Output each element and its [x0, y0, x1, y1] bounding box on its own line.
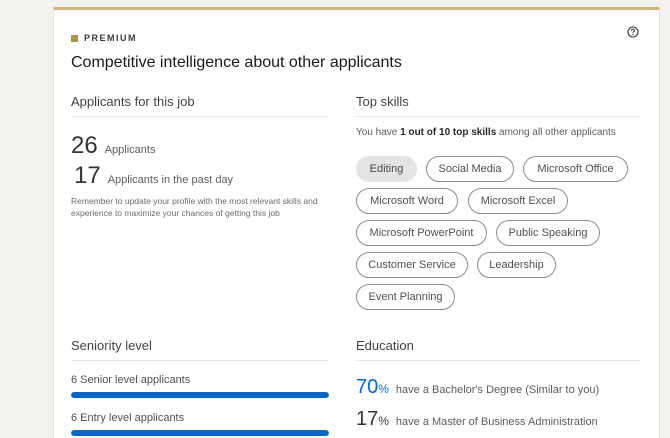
- senior-level-bar: [71, 392, 329, 398]
- applicants-divider: [71, 116, 329, 117]
- seniority-divider: [71, 360, 329, 361]
- premium-badge: PREMIUM: [71, 33, 137, 43]
- card-title: Competitive intelligence about other app…: [71, 54, 402, 71]
- skill-pill-public-speaking[interactable]: Public Speaking: [496, 220, 600, 246]
- education-row-mba: 17 % have a Master of Business Administr…: [356, 408, 598, 431]
- bachelors-text: have a Bachelor's Degree (Similar to you…: [395, 384, 600, 396]
- bachelors-percent-sign: %: [378, 382, 389, 396]
- skill-pill-customer-service[interactable]: Customer Service: [356, 252, 468, 278]
- skill-pill-leadership[interactable]: Leadership: [477, 252, 556, 278]
- skill-pill-social-media[interactable]: Social Media: [426, 156, 514, 182]
- applicant-insights-card: PREMIUM Competitive intelligence about o…: [53, 7, 660, 438]
- entry-level-bar: [71, 430, 329, 436]
- skill-pill-microsoft-office[interactable]: Microsoft Office: [523, 156, 628, 182]
- skill-pill-microsoft-powerpoint[interactable]: Microsoft PowerPoint: [356, 220, 487, 246]
- recent-applicants-count: 17: [74, 162, 101, 189]
- help-icon[interactable]: [627, 26, 639, 38]
- total-applicants-stat: 26 Applicants: [71, 132, 155, 160]
- mba-percent: 17: [356, 408, 379, 430]
- mba-text: have a Master of Business Administration: [395, 416, 598, 428]
- recent-applicants-stat: 17 Applicants in the past day: [74, 162, 233, 190]
- premium-label: PREMIUM: [84, 33, 137, 43]
- total-applicants-count: 26: [71, 132, 98, 159]
- skills-summary-prefix: You have: [356, 127, 401, 138]
- skills-section-title: Top skills: [356, 94, 409, 109]
- skills-summary: You have 1 out of 10 top skills among al…: [356, 127, 616, 138]
- skills-summary-count: 1 out of 10 top skills: [400, 127, 497, 138]
- education-section-title: Education: [356, 338, 414, 353]
- bachelors-percent: 70: [356, 376, 379, 398]
- skills-summary-suffix: among all other applicants: [496, 127, 616, 138]
- senior-level-label: 6 Senior level applicants: [71, 374, 191, 386]
- entry-level-bar-fill: [71, 430, 329, 436]
- skill-pill-microsoft-excel[interactable]: Microsoft Excel: [468, 188, 568, 214]
- applicants-section-title: Applicants for this job: [71, 94, 195, 109]
- skill-pill-editing[interactable]: Editing: [356, 156, 417, 182]
- profile-update-note: Remember to update your profile with the…: [71, 196, 318, 218]
- premium-square-icon: [71, 34, 78, 42]
- skill-pill-microsoft-word[interactable]: Microsoft Word: [356, 188, 458, 214]
- recent-applicants-label: Applicants in the past day: [107, 174, 234, 186]
- mba-percent-sign: %: [378, 414, 389, 428]
- skill-pill-event-planning[interactable]: Event Planning: [356, 284, 455, 310]
- entry-level-label: 6 Entry level applicants: [71, 412, 185, 424]
- education-divider: [356, 360, 640, 361]
- skills-divider: [356, 116, 640, 117]
- seniority-section-title: Seniority level: [71, 338, 152, 353]
- total-applicants-label: Applicants: [104, 144, 156, 156]
- senior-level-bar-fill: [71, 392, 329, 398]
- education-row-bachelors: 70 % have a Bachelor's Degree (Similar t…: [356, 376, 599, 399]
